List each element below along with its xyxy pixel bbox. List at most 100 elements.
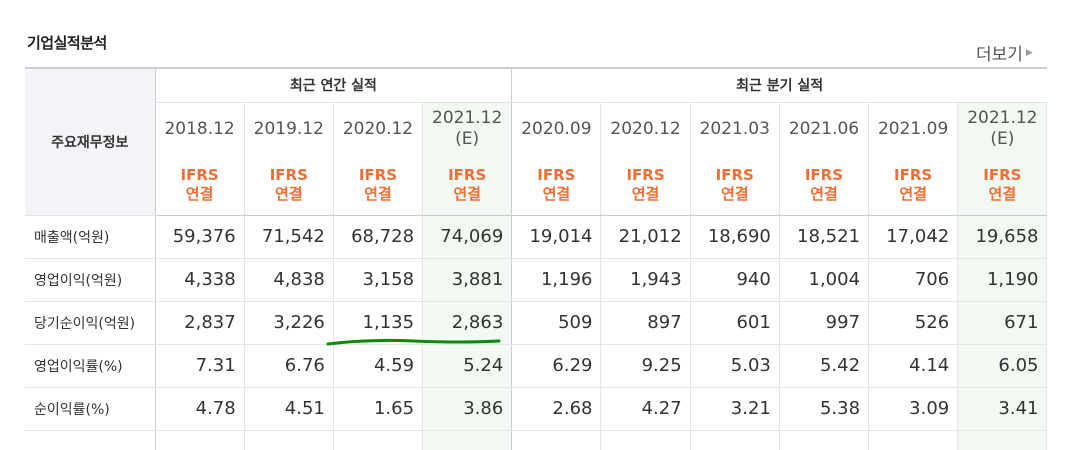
basis-line1: IFRS (804, 166, 844, 185)
table-cell: 3.21 (690, 387, 780, 431)
table-cell: 19,658 (957, 215, 1048, 259)
table-cell-partial (600, 430, 691, 450)
period-header: 2021.03 (690, 102, 780, 156)
table-cell: 4.78 (155, 387, 245, 431)
period-line1: 2021.06 (788, 118, 860, 139)
table-cell-partial (244, 430, 334, 450)
table-cell: 9.25 (600, 344, 691, 388)
basis-line2: 연결 (185, 185, 214, 204)
period-line1: 2020.12 (610, 118, 681, 139)
table-cell: 3,226 (244, 301, 334, 345)
chevron-right-icon: ▶ (1025, 47, 1033, 58)
row-label-partial (25, 430, 156, 450)
table-cell: 509 (511, 301, 602, 345)
basis-line1: IFRS (715, 166, 754, 185)
period-line1: 2021.12 (432, 108, 503, 129)
period-line1: 2021.03 (699, 118, 770, 139)
table-cell: 2,837 (155, 301, 245, 345)
table-cell: 6.05 (957, 344, 1048, 388)
period-line2: (E) (990, 129, 1015, 150)
period-line2: (E) (455, 129, 480, 150)
basis-line1: IFRS (894, 166, 933, 185)
basis-row: IFRS 연결 IFRS 연결 IFRS 연결 IFRS 연결 IFRS 연결 IFRS 연결 IFRS… (25, 156, 1048, 216)
basis-cell: IFRS 연결 (600, 156, 691, 216)
table-cell-partial (868, 430, 959, 450)
row-label: 당기순이익(억원) (25, 301, 156, 345)
group-quarterly: 최근 분기 실적 (511, 67, 1047, 103)
basis-line2: 연결 (899, 185, 927, 204)
table-cell: 68,728 (333, 215, 424, 259)
basis-cell: IFRS 연결 (511, 156, 602, 216)
period-line1: 2019.12 (253, 118, 324, 139)
period-line1: 2021.12 (967, 108, 1038, 129)
table-cell: 3.41 (957, 387, 1048, 431)
row-label: 영업이익률(%) (25, 344, 156, 388)
table-cell: 74,069 (422, 215, 513, 259)
basis-line1: IFRS (448, 166, 487, 185)
more-link-label: 더보기 (976, 45, 1023, 65)
basis-line2: 연결 (810, 185, 838, 204)
financial-summary-table: 주요재무정보 최근 연간 실적 최근 분기 실적 2018.12 2019.12 2… (25, 67, 1048, 450)
basis-cell: IFRS 연결 (244, 156, 334, 216)
period-header: 2019.12 (244, 102, 334, 156)
basis-line1: IFRS (537, 166, 576, 185)
table-cell: 1.65 (333, 387, 424, 431)
basis-line2: 연결 (631, 185, 660, 204)
period-header-row: 2018.12 2019.12 2020.12 2021.12 (E) 2020.09 20… (25, 102, 1048, 156)
table-cell: 526 (868, 301, 959, 345)
table-cell: 18,690 (690, 215, 780, 259)
table-cell: 19,014 (511, 215, 602, 259)
table-cell: 3.09 (868, 387, 959, 431)
basis-cell: IFRS 연결 (868, 156, 959, 216)
basis-line1: IFRS (983, 166, 1022, 185)
table-cell: 897 (600, 301, 691, 345)
table-cell: 1,135 (333, 301, 424, 345)
period-header: 2021.12 (E) (957, 102, 1048, 156)
table-row: 영업이익률(%) 7.31 6.76 4.59 5.24 6.29 9.25 5.03 5.42… (25, 344, 1048, 388)
basis-line2: 연결 (988, 185, 1017, 204)
table-cell-partial (155, 430, 245, 450)
basis-cell: IFRS 연결 (333, 156, 424, 216)
table-cell: 671 (957, 301, 1048, 345)
period-header: 2021.06 (779, 102, 870, 156)
basis-line1: IFRS (626, 166, 665, 185)
basis-cell: IFRS 연결 (957, 156, 1048, 216)
table-cell: 21,012 (600, 215, 691, 259)
row-label: 매출액(억원) (25, 215, 156, 259)
group-annual: 최근 연간 실적 (155, 67, 513, 103)
basis-cell: IFRS 연결 (690, 156, 780, 216)
period-header: 2018.12 (155, 102, 245, 156)
basis-line2: 연결 (542, 185, 571, 204)
table-row: 당기순이익(억원) 2,837 3,226 1,135 2,863 509 897 601 99… (25, 301, 1048, 345)
row-label: 영업이익(억원) (25, 258, 156, 302)
basis-cell: IFRS 연결 (155, 156, 245, 216)
table-cell: 601 (690, 301, 780, 345)
period-header: 2021.12 (E) (422, 102, 513, 156)
table-cell: 1,004 (779, 258, 870, 302)
basis-cell: IFRS 연결 (779, 156, 870, 216)
table-row: 매출액(억원) 59,376 71,542 68,728 74,069 19,014 21,… (25, 215, 1048, 259)
more-link[interactable]: 더보기 ▶ (976, 40, 1033, 65)
section-title: 기업실적분석 (27, 34, 107, 52)
table-cell: 4.59 (333, 344, 424, 388)
basis-line1: IFRS (180, 166, 219, 185)
table-cell: 706 (868, 258, 959, 302)
row-label: 순이익률(%) (25, 387, 156, 431)
period-line1: 2021.09 (877, 118, 949, 139)
table-row: 영업이익(억원) 4,338 4,838 3,158 3,881 1,196 1,943 94… (25, 258, 1048, 302)
table-body: 매출액(억원) 59,376 71,542 68,728 74,069 19,014 21,… (25, 215, 1048, 450)
period-line1: 2020.09 (521, 118, 592, 139)
table-cell: 4.14 (868, 344, 959, 388)
basis-line2: 연결 (453, 185, 481, 204)
table-cell: 940 (690, 258, 780, 302)
table-cell: 1,943 (600, 258, 691, 302)
basis-line1: IFRS (269, 166, 308, 185)
table-cell-partial (690, 430, 780, 450)
basis-line1: IFRS (358, 166, 398, 185)
corner-label: 주요재무정보 (25, 67, 156, 216)
table-cell: 7.31 (155, 344, 245, 388)
table-cell: 4.27 (600, 387, 691, 431)
table-cell-partial (957, 430, 1048, 450)
basis-line2: 연결 (364, 185, 392, 204)
table-row: 순이익률(%) 4.78 4.51 1.65 3.86 2.68 4.27 3.21 5.38 3… (25, 387, 1048, 431)
